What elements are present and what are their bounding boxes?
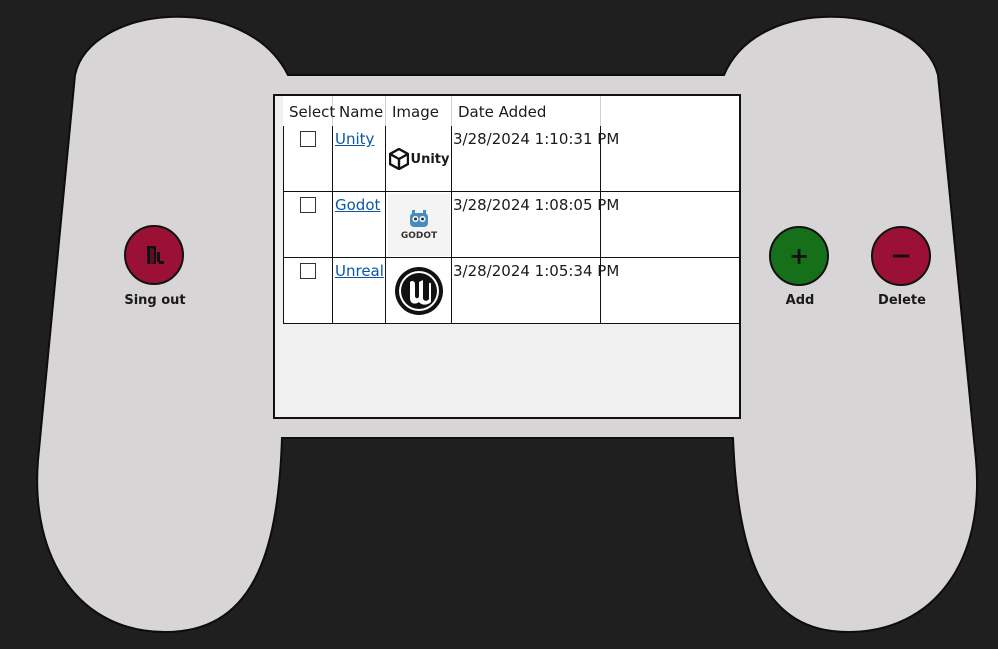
grid-row-left-border <box>283 126 284 324</box>
games-data-grid[interactable]: Select Name Image Date Added Unity Unity… <box>273 94 741 419</box>
table-row[interactable]: Godot GODOT 3/28/2024 1:08:05 PM <box>283 192 739 258</box>
door-exit-icon <box>147 246 164 264</box>
select-checkbox[interactable] <box>300 197 316 213</box>
delete-label: Delete <box>878 293 926 308</box>
image-cell: Unity <box>386 126 452 192</box>
name-link[interactable]: Godot <box>335 196 380 214</box>
unity-logo-text: Unity <box>410 151 450 167</box>
name-link[interactable]: Unity <box>335 130 374 148</box>
name-link[interactable]: Unreal <box>335 262 384 280</box>
column-header-name[interactable]: Name <box>333 96 386 126</box>
unity-cube-icon <box>388 148 409 170</box>
column-header-image[interactable]: Image <box>386 96 452 126</box>
select-cell <box>283 192 333 258</box>
add-button[interactable]: + <box>769 226 829 286</box>
grid-header: Select Name Image Date Added <box>283 96 739 127</box>
godot-logo-text: GODOT <box>400 231 438 241</box>
unreal-engine-icon <box>395 267 443 315</box>
image-cell: GODOT <box>386 192 452 258</box>
column-header-date-added[interactable]: Date Added <box>452 96 601 126</box>
filler-cell <box>601 258 739 324</box>
date-cell: 3/28/2024 1:08:05 PM <box>452 192 619 258</box>
godot-logo: GODOT <box>388 194 450 256</box>
unreal-logo <box>388 260 450 322</box>
select-checkbox[interactable] <box>300 263 316 279</box>
image-cell <box>386 258 452 324</box>
filler-cell <box>601 126 739 192</box>
date-added-text: 3/28/2024 1:05:34 PM <box>453 262 620 280</box>
delete-button[interactable]: − <box>871 226 931 286</box>
minus-icon: − <box>890 241 912 271</box>
date-cell: 3/28/2024 1:10:31 PM <box>452 126 619 192</box>
add-label: Add <box>785 293 815 308</box>
table-row[interactable]: Unreal 3/28/2024 1:05:34 PM <box>283 258 739 324</box>
sign-out-button[interactable] <box>124 225 184 285</box>
select-cell <box>283 126 333 192</box>
select-cell <box>283 258 333 324</box>
filler-cell <box>601 192 739 258</box>
plus-icon: + <box>788 242 810 270</box>
name-cell: Unreal <box>333 258 386 324</box>
column-header-select[interactable]: Select <box>283 96 335 126</box>
name-cell: Unity <box>333 126 386 192</box>
date-added-text: 3/28/2024 1:10:31 PM <box>453 130 620 148</box>
unity-logo: Unity <box>388 128 450 190</box>
godot-robot-icon <box>410 210 428 227</box>
name-cell: Godot <box>333 192 386 258</box>
select-checkbox[interactable] <box>300 131 316 147</box>
date-added-text: 3/28/2024 1:08:05 PM <box>453 196 620 214</box>
table-row[interactable]: Unity Unity 3/28/2024 1:10:31 PM <box>283 126 739 192</box>
sign-out-label: Sing out <box>124 293 186 308</box>
date-cell: 3/28/2024 1:05:34 PM <box>452 258 619 324</box>
